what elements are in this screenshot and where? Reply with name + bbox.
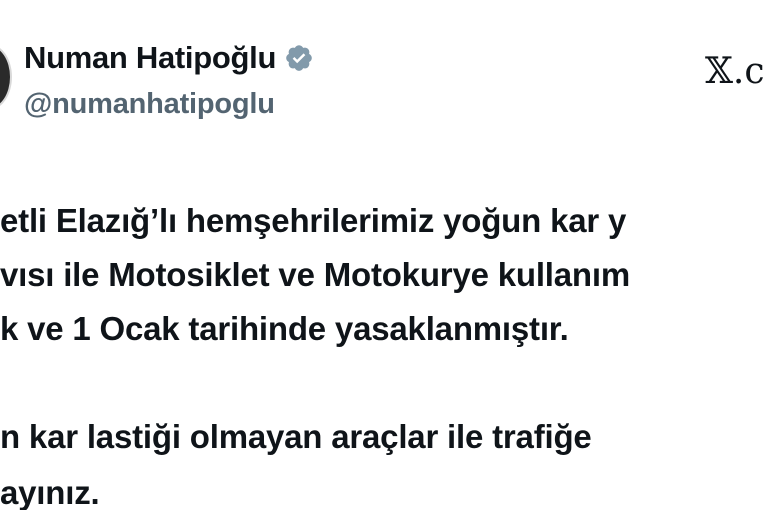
tweet-text-line: etli Elazığ’lı hemşehrilerimiz yoğun kar… [0, 202, 627, 239]
verified-badge-icon [284, 43, 314, 73]
avatar[interactable] [0, 44, 12, 110]
display-name[interactable]: Numan Hatipoğlu [24, 40, 276, 76]
tweet-text-line: n kar lastiği olmayan araçlar ile trafiğ… [0, 418, 592, 455]
x-logo-icon[interactable]: 𝕏.c [705, 52, 770, 92]
tweet-text-line: ayınız. [0, 474, 100, 510]
tweet-text-line: vısı ile Motosiklet ve Motokurye kullanı… [0, 256, 630, 293]
author-header: Numan Hatipoğlu [24, 38, 314, 78]
handle[interactable]: @numanhatipoglu [24, 85, 275, 123]
tweet-text-line: k ve 1 Ocak tarihinde yasaklanmıştır. [0, 310, 569, 347]
